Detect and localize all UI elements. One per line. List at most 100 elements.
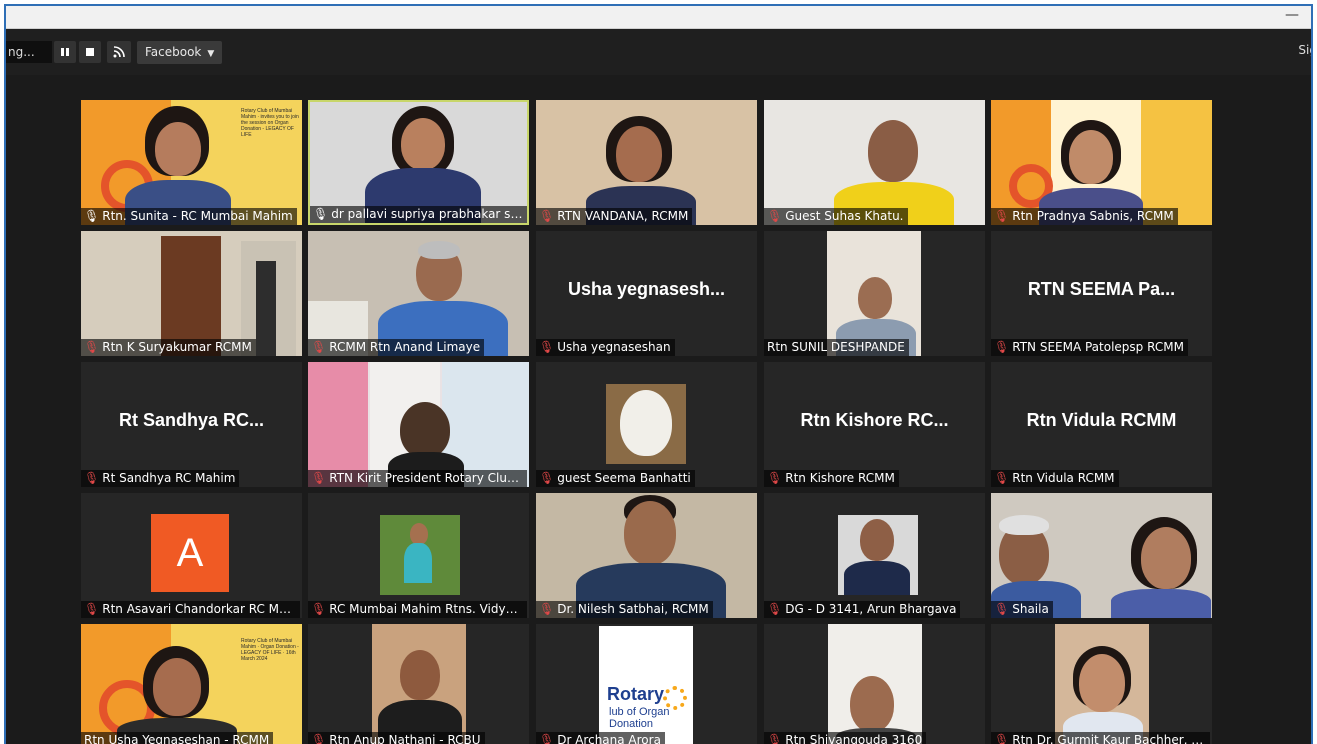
mic-muted-icon: 🎙: [84, 602, 100, 616]
stream-title: ng...: [6, 41, 52, 63]
participant-display-name: RTN SEEMA Pa...: [1027, 279, 1176, 299]
mic-icon: 🎙: [313, 207, 329, 221]
stream-toolbar: ng... Facebook ▼ Sig: [6, 29, 1311, 75]
participant-name: Rtn SUNIL DESHPANDE: [764, 339, 909, 356]
participant-video: [310, 102, 527, 223]
mic-muted-icon: 🎙: [539, 340, 555, 354]
participant-video: [308, 231, 529, 356]
stream-target-label: Facebook: [145, 45, 202, 59]
participant-tile[interactable]: Rotary lub of Organ Donation 🎙 Dr Archana…: [536, 624, 757, 744]
participant-grid: Rotary Club of Mumbai Mahim · invites yo…: [6, 75, 1311, 744]
participant-display-name: Rtn Kishore RC...: [800, 410, 949, 430]
participant-video: [81, 231, 302, 356]
participant-video: [764, 100, 985, 225]
participant-name: 🎙 RCMM Rtn Anand Limaye: [308, 339, 485, 356]
participant-name: 🎙 dr pallavi supriya prabhakar saple: [310, 206, 527, 223]
mic-muted-icon: 🎙: [539, 209, 555, 223]
stop-button[interactable]: [79, 41, 101, 63]
participant-name: 🎙 Rtn Dr. Gurmit Kaur Bachher, Mu...: [991, 732, 1210, 744]
pause-icon: [61, 48, 69, 56]
participant-video: [991, 493, 1212, 618]
participant-tile-active-speaker[interactable]: 🎙 dr pallavi supriya prabhakar saple: [308, 100, 529, 225]
stop-icon: [86, 48, 94, 56]
mic-muted-icon: 🎙: [994, 471, 1010, 485]
participant-tile[interactable]: 🎙 Rtn Pradnya Sabnis, RCMM: [991, 100, 1212, 225]
participant-tile[interactable]: 🎙RTN Kirit President Rotary Club of ...: [308, 362, 529, 487]
participant-tile[interactable]: 🎙 Guest Suhas Khatu.: [764, 100, 985, 225]
participant-tile[interactable]: Rotary Club of Mumbai Mahim · invites yo…: [81, 100, 302, 225]
participant-video: [308, 624, 529, 744]
mic-muted-icon: 🎙: [84, 340, 100, 354]
rss-button[interactable]: [107, 41, 131, 63]
participant-tile[interactable]: 🎙 Rtn Anup Nathani - RCBU: [308, 624, 529, 744]
participant-name: 🎙 Dr. Nilesh Satbhai, RCMM: [536, 601, 713, 618]
participant-tile[interactable]: Rtn Vidula RCMM 🎙 Rtn Vidula RCMM: [991, 362, 1212, 487]
avatar: A: [151, 514, 229, 592]
participant-video: [308, 362, 529, 487]
participant-tile[interactable]: 🎙 Dr. Nilesh Satbhai, RCMM: [536, 493, 757, 618]
participant-tile[interactable]: 🎙 Rtn Dr. Gurmit Kaur Bachher, Mu...: [991, 624, 1212, 744]
participant-name: 🎙 Rtn Shivangouda 3160: [764, 732, 927, 744]
mic-muted-icon: 🎙: [994, 733, 1010, 744]
chevron-down-icon: ▼: [207, 49, 215, 59]
participant-name: Rtn Usha Yegnaseshan - RCMM: [81, 732, 274, 744]
stream-target-dropdown[interactable]: Facebook ▼: [137, 41, 223, 64]
participant-tile[interactable]: Rt Sandhya RC... 🎙 Rt Sandhya RC Mahim: [81, 362, 302, 487]
participant-video: [536, 100, 757, 225]
pause-button[interactable]: [54, 41, 76, 63]
mic-muted-icon: 🎙: [994, 209, 1010, 223]
participant-name: 🎙RTN Kirit President Rotary Club of ...: [308, 470, 527, 487]
mic-muted-icon: 🎙: [994, 602, 1010, 616]
mic-muted-icon: 🎙: [311, 340, 327, 354]
participant-tile[interactable]: 🎙 Rtn Shivangouda 3160: [764, 624, 985, 744]
participant-video: [991, 624, 1212, 744]
participant-tile[interactable]: 🎙 RTN VANDANA, RCMM: [536, 100, 757, 225]
participant-tile[interactable]: Rotary Club of Mumbai Mahim · Organ Dona…: [81, 624, 302, 744]
mic-muted-icon: 🎙: [539, 733, 555, 744]
participant-display-name: Usha yegnasesh...: [567, 279, 726, 299]
participant-video: [764, 624, 985, 744]
mic-muted-icon: 🎙: [767, 733, 783, 744]
participant-tile[interactable]: 🎙 Shaila: [991, 493, 1212, 618]
participant-tile[interactable]: RTN SEEMA Pa... 🎙 RTN SEEMA Patolepsp RCM…: [991, 231, 1212, 356]
participant-name: 🎙 Rtn Vidula RCMM: [991, 470, 1119, 487]
participant-tile[interactable]: 🎙 Rtn K Suryakumar RCMM: [81, 231, 302, 356]
participant-tile[interactable]: A 🎙 Rtn Asavari Chandorkar RC Mumb...: [81, 493, 302, 618]
participant-name: 🎙 guest Seema Banhatti: [536, 470, 695, 487]
participant-name: 🎙 Rtn Pradnya Sabnis, RCMM: [991, 208, 1178, 225]
rotary-logo: Rotary lub of Organ Donation: [599, 626, 693, 744]
participant-name: 🎙 Rtn. Sunita - RC Mumbai Mahim: [81, 208, 297, 225]
participant-video: [991, 100, 1212, 225]
participant-tile[interactable]: Rtn SUNIL DESHPANDE: [764, 231, 985, 356]
participant-name: 🎙 Rtn Kishore RCMM: [764, 470, 899, 487]
mic-muted-icon: 🎙: [311, 733, 327, 744]
minimize-button[interactable]: —: [1285, 8, 1299, 24]
participant-display-name: Rtn Vidula RCMM: [1026, 410, 1177, 430]
participant-video: [308, 493, 529, 618]
participant-name: 🎙 Shaila: [991, 601, 1053, 618]
mic-muted-icon: 🎙: [767, 602, 783, 616]
participant-tile[interactable]: 🎙 guest Seema Banhatti: [536, 362, 757, 487]
participant-name: 🎙 Rtn Asavari Chandorkar RC Mumb...: [81, 601, 300, 618]
mic-muted-icon: 🎙: [539, 602, 555, 616]
participant-name: 🎙 RTN VANDANA, RCMM: [536, 208, 693, 225]
participant-display-name: Rt Sandhya RC...: [118, 410, 265, 430]
participant-tile[interactable]: 🎙 RC Mumbai Mahim Rtns. Vidya an...: [308, 493, 529, 618]
participant-video: [536, 362, 757, 487]
rss-icon: [113, 46, 125, 58]
participant-video: [764, 231, 985, 356]
sign-link[interactable]: Sig: [1298, 43, 1311, 57]
meeting-window: — ng... Facebook ▼ Sig Rotary Club of Mum…: [4, 4, 1313, 744]
participant-tile[interactable]: 🎙 RCMM Rtn Anand Limaye: [308, 231, 529, 356]
participant-name: 🎙 Dr Archana Arora: [536, 732, 665, 744]
participant-tile[interactable]: 🎙 DG - D 3141, Arun Bhargava: [764, 493, 985, 618]
participant-name: 🎙 Rt Sandhya RC Mahim: [81, 470, 240, 487]
participant-name: 🎙 Rtn K Suryakumar RCMM: [81, 339, 256, 356]
participant-tile[interactable]: Rtn Kishore RC... 🎙 Rtn Kishore RCMM: [764, 362, 985, 487]
participant-video: [764, 493, 985, 618]
mic-muted-icon: 🎙: [311, 471, 327, 485]
participant-video: Rotary Club of Mumbai Mahim · Organ Dona…: [81, 624, 302, 744]
participant-video: Rotary Club of Mumbai Mahim · invites yo…: [81, 100, 302, 225]
participant-name: 🎙 Guest Suhas Khatu.: [764, 208, 908, 225]
participant-tile[interactable]: Usha yegnasesh... 🎙 Usha yegnaseshan: [536, 231, 757, 356]
